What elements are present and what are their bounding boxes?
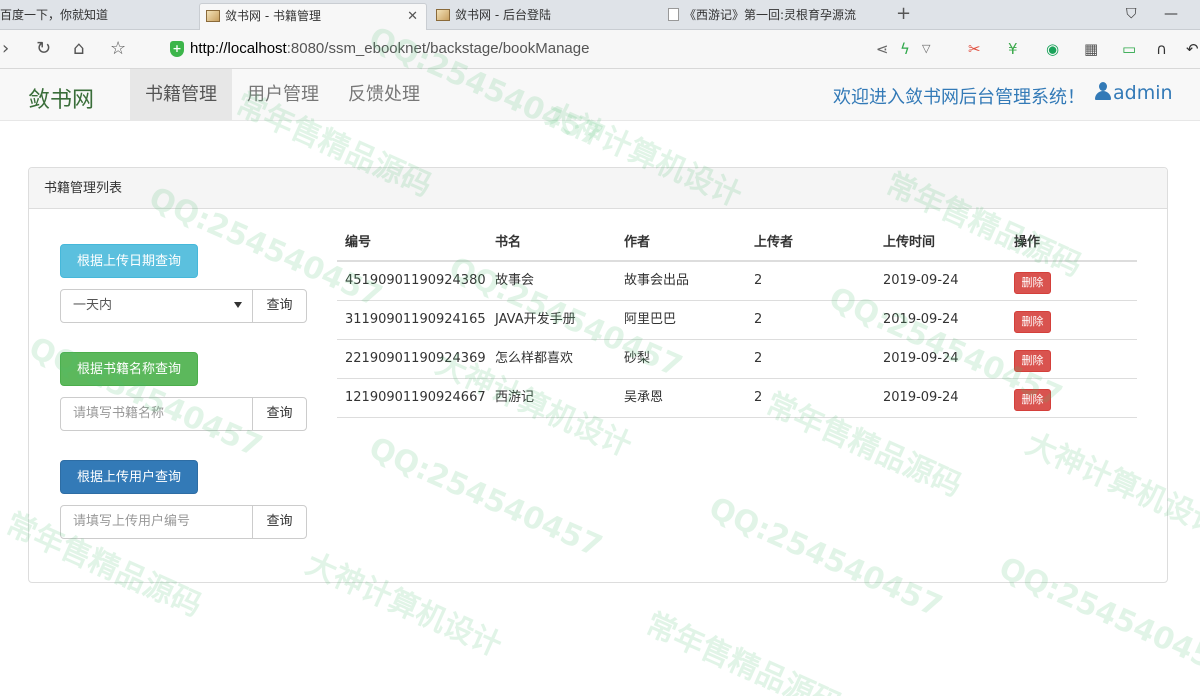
tab-label: 敛书网 - 后台登陆 [455, 8, 551, 22]
url-text[interactable]: http://localhost:8080/ssm_ebooknet/backs… [190, 40, 589, 57]
home-icon[interactable]: ⌂ [73, 39, 84, 59]
headphones-icon[interactable]: ∩ [1156, 40, 1167, 58]
bookmark-star-icon[interactable]: ☆ [110, 39, 126, 59]
tab-label: 《西游记》第一回:灵根育孕源流 [684, 8, 857, 22]
browser-tab-bar: 百度一下，你就知道 敛书网 - 书籍管理 ✕ 敛书网 - 后台登陆 《西游记》第… [0, 0, 1200, 30]
query-by-name-button[interactable]: 根据书籍名称查询 [60, 352, 198, 386]
chat-icon[interactable]: ◉ [1046, 40, 1059, 58]
browser-tab-baidu[interactable]: 百度一下，你就知道 [0, 3, 190, 30]
cell-name: 西游记 [495, 390, 535, 405]
cell-author: 阿里巴巴 [624, 312, 677, 327]
user-icon [1095, 82, 1111, 100]
undo-icon[interactable]: ↶ [1186, 40, 1199, 58]
uploader-id-input[interactable]: 请填写上传用户编号 [60, 505, 253, 539]
forward-icon[interactable]: › [2, 39, 9, 59]
site-favicon-icon [436, 9, 450, 21]
book-name-input[interactable]: 请填写书籍名称 [60, 397, 253, 431]
book-manage-panel: 书籍管理列表 根据上传日期查询 一天内 查询 根据书籍名称查询 请填写书籍名称 … [28, 167, 1168, 583]
cell-uploader: 2 [754, 390, 763, 405]
date-query-group: 一天内 查询 [60, 289, 307, 323]
cell-upload-time: 2019-09-24 [883, 390, 959, 405]
table-row: 31190901190924165 JAVA开发手册 阿里巴巴 2 2019-0… [337, 301, 1137, 340]
date-query-submit[interactable]: 查询 [252, 289, 307, 323]
table-header-row: 编号 书名 作者 上传者 上传时间 操作 [337, 224, 1137, 262]
cell-id: 22190901190924369 [345, 351, 486, 366]
panel-title: 书籍管理列表 [29, 168, 1167, 209]
cell-upload-time: 2019-09-24 [883, 351, 959, 366]
query-by-date-button[interactable]: 根据上传日期查询 [60, 244, 198, 278]
header-uploader: 上传者 [754, 235, 794, 250]
cell-id: 31190901190924165 [345, 312, 486, 327]
header-action: 操作 [1014, 235, 1041, 250]
tab-label: 百度一下，你就知道 [0, 8, 109, 22]
apps-grid-icon[interactable]: ▦ [1084, 40, 1098, 58]
cell-name: 怎么样都喜欢 [495, 351, 574, 366]
header-id: 编号 [345, 235, 372, 250]
url-box[interactable]: + http://localhost:8080/ssm_ebooknet/bac… [150, 36, 940, 63]
app-navbar: 敛书网 书籍管理 用户管理 反馈处理 欢迎进入敛书网后台管理系统！ admin [0, 69, 1200, 121]
table-row: 22190901190924369 怎么样都喜欢 砂梨 2 2019-09-24… [337, 340, 1137, 379]
lightning-icon[interactable]: ϟ [900, 40, 910, 58]
secure-shield-icon: + [170, 41, 184, 57]
cell-name: JAVA开发手册 [495, 312, 576, 327]
shirt-icon[interactable]: ⛉ [1126, 6, 1137, 22]
cell-author: 砂梨 [624, 351, 651, 366]
cell-name: 故事会 [495, 273, 535, 288]
scissors-icon[interactable]: ✂ [968, 40, 981, 58]
tab-label: 敛书网 - 书籍管理 [225, 9, 321, 23]
browser-tab-book-manage[interactable]: 敛书网 - 书籍管理 ✕ [199, 3, 427, 30]
url-path: :8080/ssm_ebooknet/backstage/bookManage [286, 40, 590, 57]
cell-id: 12190901190924667 [345, 390, 486, 405]
name-query-group: 请填写书籍名称 查询 [60, 397, 307, 431]
close-tab-icon[interactable]: ✕ [407, 4, 418, 29]
coin-icon[interactable]: ¥ [1008, 40, 1018, 58]
header-upload-time: 上传时间 [883, 235, 936, 250]
cell-upload-time: 2019-09-24 [883, 312, 959, 327]
url-host: http://localhost [190, 40, 287, 57]
new-tab-icon[interactable]: + [896, 3, 911, 25]
brand-logo[interactable]: 敛书网 [28, 82, 94, 114]
user-query-submit[interactable]: 查询 [252, 505, 307, 539]
battery-icon[interactable]: ▭ [1122, 40, 1136, 58]
delete-button[interactable]: 删除 [1014, 272, 1051, 294]
header-author: 作者 [624, 235, 651, 250]
site-favicon-icon [206, 10, 220, 22]
header-name: 书名 [495, 235, 522, 250]
share-icon[interactable]: ⋖ [876, 40, 889, 58]
watermark-text: 常年售精品源码 [640, 606, 847, 696]
chevron-down-icon[interactable]: ▽ [922, 40, 930, 58]
minimize-icon[interactable]: — [1164, 6, 1178, 22]
cell-uploader: 2 [754, 312, 763, 327]
cell-uploader: 2 [754, 351, 763, 366]
name-query-submit[interactable]: 查询 [252, 397, 307, 431]
date-range-select[interactable]: 一天内 [60, 289, 253, 323]
reload-icon[interactable]: ↻ [36, 39, 51, 59]
book-table: 编号 书名 作者 上传者 上传时间 操作 45190901190924380 故… [337, 224, 1137, 418]
cell-upload-time: 2019-09-24 [883, 273, 959, 288]
table-row: 12190901190924667 西游记 吴承恩 2 2019-09-24 删… [337, 379, 1137, 418]
user-query-group: 请填写上传用户编号 查询 [60, 505, 307, 539]
address-toolbar: › ↻ ⌂ ☆ + http://localhost:8080/ssm_eboo… [0, 30, 1200, 69]
date-range-value: 一天内 [73, 298, 113, 313]
browser-tab-login[interactable]: 敛书网 - 后台登陆 [430, 3, 656, 30]
cell-id: 45190901190924380 [345, 273, 486, 288]
nav-feedback[interactable]: 反馈处理 [333, 69, 435, 120]
username: admin [1113, 82, 1173, 104]
document-icon [668, 8, 679, 21]
browser-tab-xiyouji[interactable]: 《西游记》第一回:灵根育孕源流 [662, 3, 888, 30]
nav-book-manage[interactable]: 书籍管理 [130, 69, 232, 120]
cell-author: 吴承恩 [624, 390, 664, 405]
cell-uploader: 2 [754, 273, 763, 288]
cell-author: 故事会出品 [624, 273, 690, 288]
table-row: 45190901190924380 故事会 故事会出品 2 2019-09-24… [337, 262, 1137, 301]
delete-button[interactable]: 删除 [1014, 311, 1051, 333]
query-by-user-button[interactable]: 根据上传用户查询 [60, 460, 198, 494]
delete-button[interactable]: 删除 [1014, 350, 1051, 372]
caret-down-icon [234, 302, 242, 308]
user-menu[interactable]: admin [1095, 82, 1173, 104]
welcome-text: 欢迎进入敛书网后台管理系统！ [833, 87, 1085, 108]
delete-button[interactable]: 删除 [1014, 389, 1051, 411]
nav-user-manage[interactable]: 用户管理 [232, 69, 334, 120]
